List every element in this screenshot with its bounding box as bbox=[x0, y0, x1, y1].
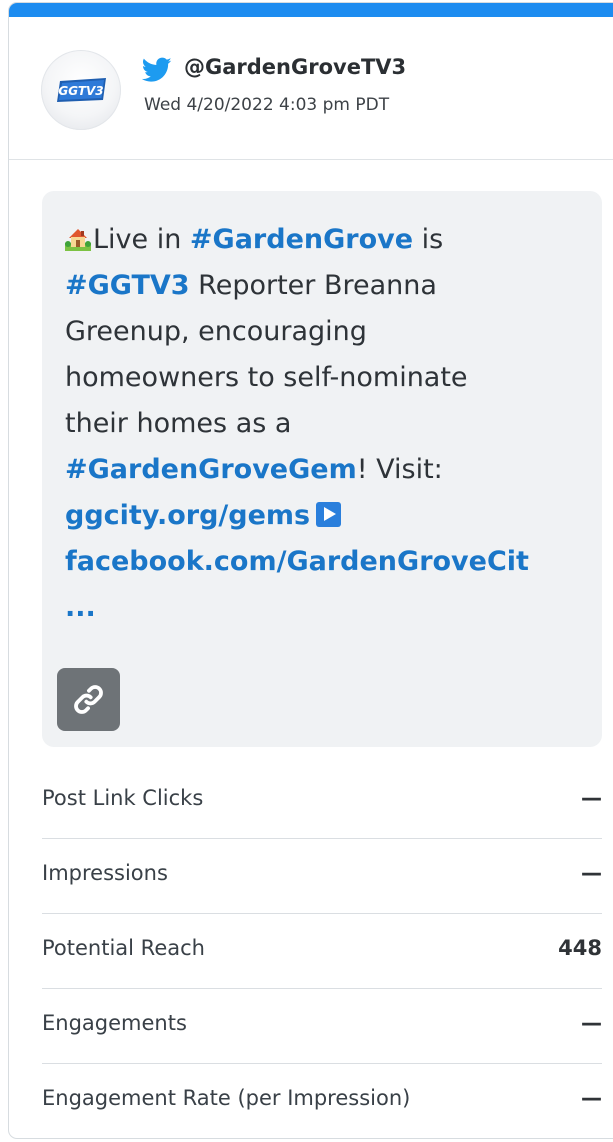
metrics-list: Post Link Clicks — Impressions — Potenti… bbox=[42, 764, 602, 1138]
avatar[interactable]: GGTV3 bbox=[41, 50, 121, 130]
metric-label: Post Link Clicks bbox=[42, 786, 204, 810]
card-accent-bar bbox=[9, 3, 613, 17]
metric-row-impressions: Impressions — bbox=[42, 839, 602, 914]
hashtag-ggtv3[interactable]: #GGTV3 bbox=[65, 270, 190, 301]
post-text-segment: is bbox=[413, 224, 444, 255]
post-text-segment: Greenup, encouraging bbox=[65, 316, 367, 347]
link-facebook-gardengrove[interactable]: facebook.com/GardenGroveCit bbox=[65, 546, 529, 577]
ggtv3-logo-icon: GGTV3 bbox=[57, 78, 106, 102]
metric-value: — bbox=[581, 861, 602, 885]
metric-label: Engagement Rate (per Impression) bbox=[42, 1086, 411, 1110]
hashtag-gardengrove[interactable]: #GardenGrove bbox=[190, 224, 413, 255]
metric-label: Impressions bbox=[42, 861, 168, 885]
metric-row-potential-reach: Potential Reach 448 bbox=[42, 914, 602, 989]
post-text-segment: ! Visit: bbox=[356, 454, 443, 485]
page: GGTV3 @GardenGroveTV3 Wed 4/20/2022 4:03… bbox=[0, 0, 613, 1142]
more-ellipsis[interactable]: ... bbox=[65, 592, 96, 623]
metric-value: 448 bbox=[558, 936, 602, 960]
twitter-bird-icon bbox=[142, 57, 172, 82]
open-link-button[interactable] bbox=[57, 668, 120, 731]
post-text-segment: Reporter Breanna bbox=[189, 270, 437, 301]
metric-value: — bbox=[581, 1011, 602, 1035]
metric-row-post-link-clicks: Post Link Clicks — bbox=[42, 764, 602, 839]
metric-value: — bbox=[581, 786, 602, 810]
link-ggcity-gems[interactable]: ggcity.org/gems bbox=[65, 500, 310, 531]
post-text-segment: Live in bbox=[93, 224, 190, 255]
link-chain-icon bbox=[74, 685, 103, 714]
post-text-segment: their homes as a bbox=[65, 408, 292, 439]
house-with-garden-icon bbox=[65, 229, 91, 251]
account-handle[interactable]: @GardenGroveTV3 bbox=[184, 55, 406, 79]
metric-label: Engagements bbox=[42, 1011, 187, 1035]
metric-row-engagements: Engagements — bbox=[42, 989, 602, 1064]
post-text-segment: homeowners to self-nominate bbox=[65, 362, 468, 393]
post-card: GGTV3 @GardenGroveTV3 Wed 4/20/2022 4:03… bbox=[8, 2, 613, 1139]
metric-row-engagement-rate: Engagement Rate (per Impression) — bbox=[42, 1064, 602, 1138]
post-header: GGTV3 @GardenGroveTV3 Wed 4/20/2022 4:03… bbox=[9, 17, 613, 160]
hashtag-gardengrovegem[interactable]: #GardenGroveGem bbox=[65, 454, 357, 485]
metric-label: Potential Reach bbox=[42, 936, 205, 960]
post-text: Live in #GardenGrove is #GGTV3 Reporter … bbox=[65, 217, 585, 631]
metric-value: — bbox=[581, 1086, 602, 1110]
post-content-box: Live in #GardenGrove is #GGTV3 Reporter … bbox=[42, 191, 602, 747]
post-timestamp: Wed 4/20/2022 4:03 pm PDT bbox=[144, 95, 390, 115]
svg-text:GGTV3: GGTV3 bbox=[58, 84, 103, 98]
play-button-icon bbox=[316, 502, 342, 527]
